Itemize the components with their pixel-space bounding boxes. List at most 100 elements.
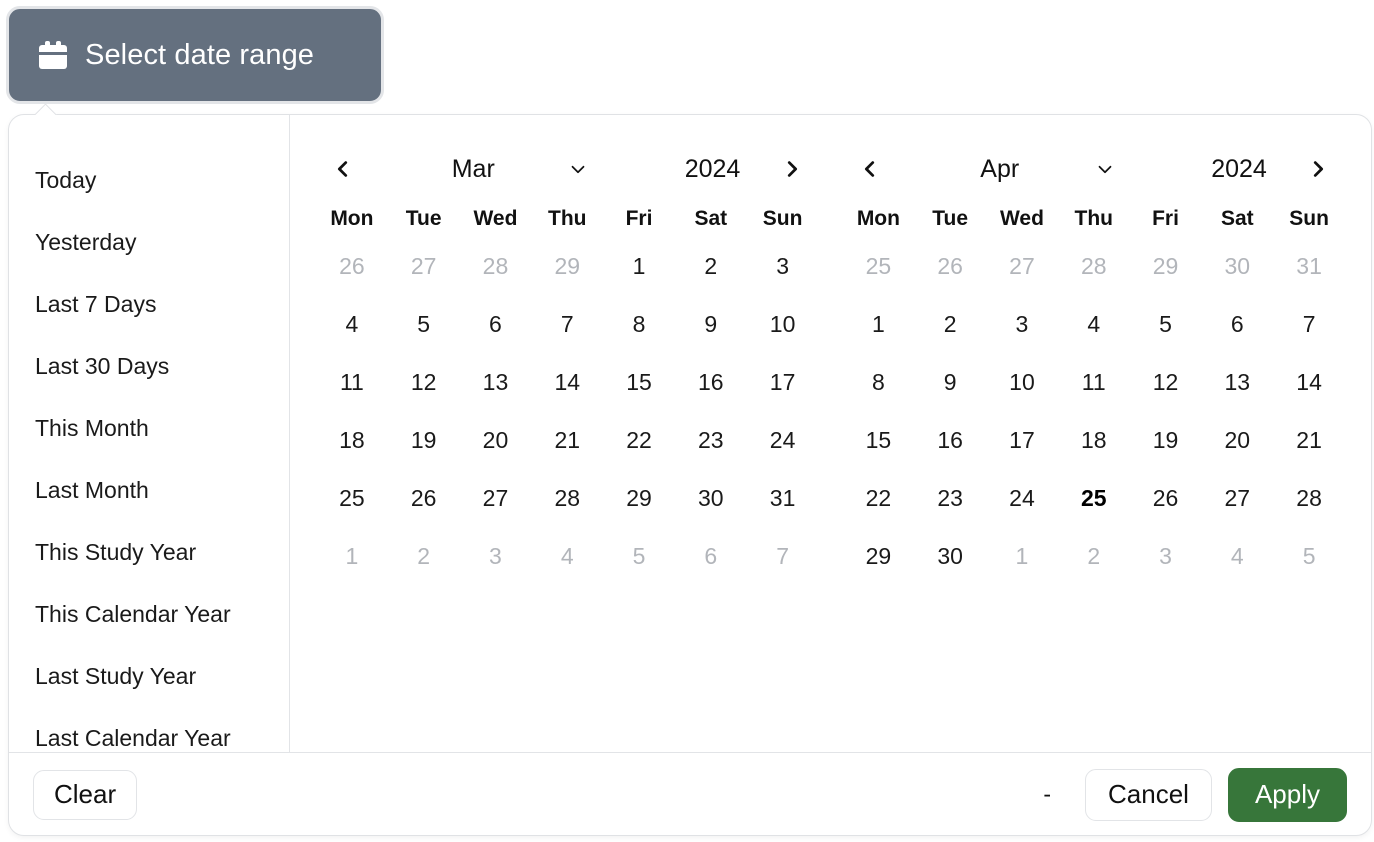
day-cell[interactable]: 19 bbox=[388, 411, 460, 469]
preset-item[interactable]: Today bbox=[9, 149, 289, 211]
day-cell[interactable]: 27 bbox=[460, 469, 532, 527]
month-label: Apr bbox=[980, 154, 1020, 183]
day-cell[interactable]: 10 bbox=[747, 295, 819, 353]
day-cell[interactable]: 4 bbox=[316, 295, 388, 353]
weekday-row: Mon Tue Wed Thu Fri Sat Sun bbox=[316, 207, 819, 231]
preset-item[interactable]: Last Month bbox=[9, 459, 289, 521]
day-cell[interactable]: 16 bbox=[914, 411, 986, 469]
day-cell[interactable]: 18 bbox=[1058, 411, 1130, 469]
day-cell[interactable]: 5 bbox=[388, 295, 460, 353]
day-grid: 26 27 28 29 1 2 3 4 5 6 7 8 9 10 11 12 13 14 15 16 17 18 19 20 2… bbox=[316, 237, 819, 585]
day-cell[interactable]: 21 bbox=[531, 411, 603, 469]
apply-button[interactable]: Apply bbox=[1227, 767, 1347, 822]
day-cell[interactable]: 29 bbox=[843, 527, 915, 585]
weekday-label: Fri bbox=[625, 207, 653, 230]
calendar-panel: Apr 2024 Mon Tue Wed Thu Fri Sat Sun 25 26 27 28 29 30… bbox=[831, 145, 1358, 752]
day-cell[interactable]: 12 bbox=[388, 353, 460, 411]
preset-item[interactable]: This Month bbox=[9, 397, 289, 459]
day-cell[interactable]: 13 bbox=[460, 353, 532, 411]
day-cell[interactable]: 16 bbox=[675, 353, 747, 411]
cancel-button[interactable]: Cancel bbox=[1085, 768, 1212, 821]
day-cell[interactable]: 17 bbox=[747, 353, 819, 411]
day-cell[interactable]: 11 bbox=[1058, 353, 1130, 411]
day-cell[interactable]: 15 bbox=[603, 353, 675, 411]
day-cell[interactable]: 27 bbox=[1201, 469, 1273, 527]
day-cell[interactable]: 26 bbox=[388, 469, 460, 527]
day-cell[interactable]: 3 bbox=[747, 237, 819, 295]
preset-label: Today bbox=[35, 166, 97, 193]
day-cell[interactable]: 17 bbox=[986, 411, 1058, 469]
preset-item[interactable]: Last 30 Days bbox=[9, 335, 289, 397]
day-cell[interactable]: 23 bbox=[914, 469, 986, 527]
weekday-label: Sat bbox=[1220, 207, 1254, 230]
day-cell[interactable]: 23 bbox=[675, 411, 747, 469]
day-cell[interactable]: 30 bbox=[914, 527, 986, 585]
select-date-range-button[interactable]: Select date range bbox=[6, 6, 384, 104]
day-cell[interactable]: 1 bbox=[843, 295, 915, 353]
preset-item[interactable]: This Calendar Year bbox=[9, 583, 289, 645]
day-cell[interactable]: 29 bbox=[603, 469, 675, 527]
day-cell[interactable]: 13 bbox=[1201, 353, 1273, 411]
year-label[interactable]: 2024 bbox=[653, 155, 773, 184]
day-cell[interactable]: 6 bbox=[1201, 295, 1273, 353]
preset-sidebar: Today Yesterday Last 7 Days Last 30 Days Thi… bbox=[9, 115, 290, 752]
day-cell[interactable]: 2 bbox=[914, 295, 986, 353]
preset-item[interactable]: Yesterday bbox=[9, 211, 289, 273]
preset-label: This Month bbox=[35, 414, 149, 441]
preset-item[interactable]: Last 7 Days bbox=[9, 273, 289, 335]
day-cell[interactable]: 31 bbox=[747, 469, 819, 527]
preset-label: Last 7 Days bbox=[35, 290, 157, 317]
day-cell[interactable]: 6 bbox=[460, 295, 532, 353]
clear-button[interactable]: Clear bbox=[33, 769, 138, 820]
selected-range-display: - bbox=[1043, 781, 1052, 807]
calendar-panel: Mar 2024 Mon Tue Wed Thu Fri Sat Sun 26 27 28 29 1 2 3 4… bbox=[304, 145, 831, 752]
month-label: Mar bbox=[451, 154, 495, 183]
day-cell[interactable]: 4 bbox=[1058, 295, 1130, 353]
day-cell[interactable]: 3 bbox=[986, 295, 1058, 353]
day-cell[interactable]: 25 bbox=[316, 469, 388, 527]
day-cell[interactable]: 28 bbox=[1273, 469, 1345, 527]
day-cell[interactable]: 20 bbox=[1201, 411, 1273, 469]
chevron-left-icon[interactable] bbox=[851, 150, 889, 188]
preset-item[interactable]: Last Study Year bbox=[9, 645, 289, 707]
day-cell[interactable]: 15 bbox=[843, 411, 915, 469]
day-cell[interactable]: 24 bbox=[747, 411, 819, 469]
day-cell[interactable]: 1 bbox=[603, 237, 675, 295]
day-cell[interactable]: 9 bbox=[914, 353, 986, 411]
chevron-left-icon[interactable] bbox=[324, 150, 362, 188]
day-cell[interactable]: 8 bbox=[603, 295, 675, 353]
day-cell[interactable]: 5 bbox=[1130, 295, 1202, 353]
day-cell[interactable]: 7 bbox=[1273, 295, 1345, 353]
day-cell: 3 bbox=[489, 542, 502, 569]
weekday-label: Wed bbox=[999, 207, 1044, 230]
preset-item[interactable]: This Study Year bbox=[9, 521, 289, 583]
day-grid: 25 26 27 28 29 30 31 1 2 3 4 5 6 7 8 9 10 11 12 13 14 15 16 17 1… bbox=[843, 237, 1346, 585]
weekday-label: Sun bbox=[1289, 207, 1329, 230]
day-cell[interactable]: 24 bbox=[986, 469, 1058, 527]
day-cell[interactable]: 20 bbox=[460, 411, 532, 469]
day-cell[interactable]: 22 bbox=[843, 469, 915, 527]
day-cell[interactable]: 28 bbox=[531, 469, 603, 527]
chevron-right-icon[interactable] bbox=[1299, 150, 1337, 188]
day-cell[interactable]: 14 bbox=[1273, 353, 1345, 411]
day-cell[interactable]: 25 bbox=[1058, 469, 1130, 527]
day-cell[interactable]: 21 bbox=[1273, 411, 1345, 469]
day-cell[interactable]: 18 bbox=[316, 411, 388, 469]
weekday-label: Sat bbox=[694, 207, 728, 230]
day-cell[interactable]: 26 bbox=[1130, 469, 1202, 527]
day-cell[interactable]: 2 bbox=[675, 237, 747, 295]
day-cell[interactable]: 7 bbox=[531, 295, 603, 353]
day-cell[interactable]: 10 bbox=[986, 353, 1058, 411]
day-cell[interactable]: 9 bbox=[675, 295, 747, 353]
day-cell[interactable]: 12 bbox=[1130, 353, 1202, 411]
day-cell[interactable]: 11 bbox=[316, 353, 388, 411]
month-dropdown[interactable]: Apr bbox=[889, 155, 1180, 184]
day-cell[interactable]: 30 bbox=[675, 469, 747, 527]
day-cell[interactable]: 22 bbox=[603, 411, 675, 469]
month-dropdown[interactable]: Mar bbox=[362, 155, 653, 184]
day-cell[interactable]: 14 bbox=[531, 353, 603, 411]
day-cell[interactable]: 19 bbox=[1130, 411, 1202, 469]
year-label[interactable]: 2024 bbox=[1179, 155, 1299, 184]
chevron-right-icon[interactable] bbox=[773, 150, 811, 188]
day-cell[interactable]: 8 bbox=[843, 353, 915, 411]
